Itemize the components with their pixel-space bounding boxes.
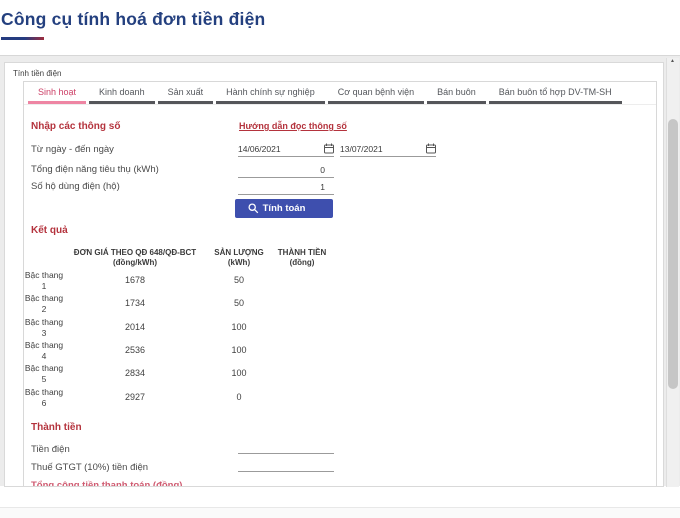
electricity-amount-label: Tiền điện	[31, 444, 70, 455]
households-value: 1	[238, 182, 334, 192]
qty-cell: 100	[231, 345, 246, 355]
price-cell: 2927	[125, 392, 145, 402]
qty-cell: 50	[234, 298, 244, 308]
scrollbar-up-arrow-icon[interactable]: ▲	[666, 57, 679, 66]
price-cell: 1678	[125, 275, 145, 285]
search-icon	[248, 203, 259, 217]
tab-ban-buon[interactable]: Bán buôn	[427, 82, 486, 104]
title-accent-underline	[1, 37, 44, 40]
date-to-input[interactable]: 13/07/2021	[340, 142, 436, 157]
tier-number: 6	[42, 398, 47, 408]
calculate-button[interactable]: Tính toán	[235, 199, 333, 218]
col-header-qty: SẢN LƯỢNG	[214, 248, 263, 257]
energy-value: 0	[238, 165, 334, 175]
tier-label: Bậc thang	[25, 340, 63, 350]
input-section-title: Nhập các thông số	[31, 121, 120, 132]
price-cell: 1734	[125, 298, 145, 308]
calculator-card: Sinh hoạt Kinh doanh Sản xuất Hành chính…	[23, 81, 657, 487]
vat-label: Thuế GTGT (10%) tiền điện	[31, 462, 148, 473]
tier-number: 2	[42, 304, 47, 314]
tab-sinh-hoat[interactable]: Sinh hoạt	[28, 82, 86, 104]
page-title: Công cụ tính hoá đơn tiền điện	[1, 9, 265, 30]
tier-number: 4	[42, 351, 47, 361]
date-from-value: 14/06/2021	[238, 144, 324, 154]
totals-section-title: Thành tiền	[31, 422, 82, 433]
price-cell: 2014	[125, 322, 145, 332]
tab-kinh-doanh[interactable]: Kinh doanh	[89, 82, 155, 104]
col-header-price: ĐƠN GIÁ THEO QĐ 648/QĐ-BCT	[74, 248, 196, 257]
tier-label: Bậc thang	[25, 270, 63, 280]
households-input[interactable]: 1	[238, 180, 334, 195]
tab-bar: Sinh hoạt Kinh doanh Sản xuất Hành chính…	[24, 82, 656, 105]
tier-number: 3	[42, 328, 47, 338]
results-section-title: Kết quả	[31, 225, 68, 236]
electricity-bill-calculator-page: Công cụ tính hoá đơn tiền điện Tính tiền…	[0, 0, 680, 518]
energy-label: Tổng điện năng tiêu thụ (kWh)	[31, 164, 159, 175]
calendar-icon[interactable]	[426, 143, 436, 156]
calendar-icon[interactable]	[324, 143, 334, 156]
tab-ban-buon-to-hop[interactable]: Bán buôn tổ hợp DV-TM-SH	[489, 82, 622, 104]
grand-total-label: Tổng cộng tiền thanh toán (đồng)	[31, 480, 182, 487]
tier-label: Bậc thang	[25, 387, 63, 397]
electricity-amount-output	[238, 439, 334, 454]
tab-co-quan-benh-vien[interactable]: Cơ quan bệnh viện	[328, 82, 424, 104]
footer-band	[0, 507, 680, 518]
col-header-price-unit: (đồng/kWh)	[113, 258, 157, 267]
scrollbar-thumb[interactable]	[668, 119, 678, 389]
col-header-qty-unit: (kWh)	[228, 258, 250, 267]
tab-hanh-chinh-su-nghiep[interactable]: Hành chính sự nghiệp	[216, 82, 325, 104]
col-header-amount: THÀNH TIỀN	[278, 248, 326, 257]
qty-cell: 100	[231, 368, 246, 378]
tier-label: Bậc thang	[25, 363, 63, 373]
households-label: Số hộ dùng điện (hộ)	[31, 181, 120, 192]
tier-number: 1	[42, 281, 47, 291]
calculator-panel: Tính tiền điện Sinh hoạt Kinh doanh Sản …	[4, 62, 664, 487]
date-from-input[interactable]: 14/06/2021	[238, 142, 334, 157]
date-to-value: 13/07/2021	[340, 144, 426, 154]
tier-label: Bậc thang	[25, 317, 63, 327]
energy-input[interactable]: 0	[238, 163, 334, 178]
qty-cell: 50	[234, 275, 244, 285]
qty-cell: 100	[231, 322, 246, 332]
vat-output	[238, 457, 334, 472]
price-cell: 2834	[125, 368, 145, 378]
tab-san-xuat[interactable]: Sản xuất	[158, 82, 214, 104]
widget-region: Tính tiền điện Sinh hoạt Kinh doanh Sản …	[0, 55, 680, 486]
price-cell: 2536	[125, 345, 145, 355]
tier-number: 5	[42, 374, 47, 384]
col-header-amount-unit: (đồng)	[290, 258, 315, 267]
qty-cell: 0	[236, 392, 241, 402]
panel-label: Tính tiền điện	[13, 69, 61, 78]
date-range-label: Từ ngày - đến ngày	[31, 144, 114, 155]
tier-label: Bậc thang	[25, 293, 63, 303]
guide-link[interactable]: Hướng dẫn đọc thông số	[239, 121, 347, 131]
